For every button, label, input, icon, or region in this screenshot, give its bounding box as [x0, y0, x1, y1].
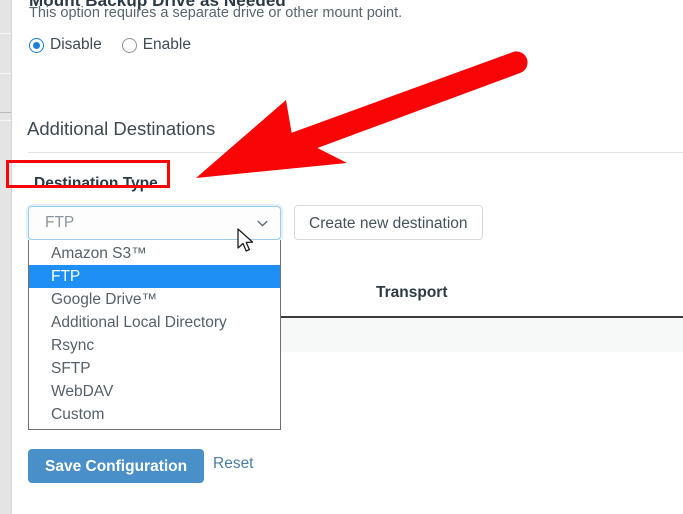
chevron-down-icon: [257, 218, 268, 229]
main-content-pane: Mount Backup Drive as Needed This option…: [12, 0, 683, 514]
destination-type-option[interactable]: Amazon S3™: [29, 242, 280, 265]
destination-type-option[interactable]: Custom: [29, 403, 280, 426]
sidebar-divider: [0, 112, 11, 113]
destination-type-label: Destination Type: [34, 175, 158, 192]
radio-enable[interactable]: [121, 37, 137, 53]
mount-backup-drive-radio-group: Disable Enable: [29, 36, 205, 54]
destination-type-option[interactable]: Rsync: [29, 334, 280, 357]
destination-type-option[interactable]: Google Drive™: [29, 288, 280, 311]
destination-type-option[interactable]: SFTP: [29, 357, 280, 380]
destination-type-option[interactable]: FTP: [29, 265, 280, 288]
destination-type-option[interactable]: WebDAV: [29, 380, 280, 403]
reset-link[interactable]: Reset: [213, 455, 254, 473]
sidebar-divider: [0, 120, 11, 121]
sidebar-divider: [0, 73, 11, 74]
radio-disable[interactable]: [29, 37, 44, 53]
additional-destinations-heading: Additional Destinations: [27, 118, 216, 139]
radio-disable-label: Disable: [50, 36, 102, 53]
column-header-transport: Transport: [376, 284, 448, 301]
mount-backup-drive-help-text: This option requires a separate drive or…: [29, 5, 403, 21]
destination-type-option-list[interactable]: Amazon S3™ FTP Google Drive™ Additional Loc…: [28, 240, 281, 430]
sidebar-divider: [0, 33, 11, 34]
section-divider: [28, 152, 683, 153]
radio-enable-label: Enable: [142, 36, 191, 53]
left-sidebar-strip: [0, 0, 12, 514]
destination-type-selected-value: FTP: [45, 214, 75, 231]
destination-type-option[interactable]: Additional Local Directory: [29, 311, 280, 334]
save-configuration-button[interactable]: Save Configuration: [28, 449, 205, 483]
destination-type-select[interactable]: FTP: [28, 206, 281, 240]
create-new-destination-button[interactable]: Create new destination: [294, 205, 483, 240]
